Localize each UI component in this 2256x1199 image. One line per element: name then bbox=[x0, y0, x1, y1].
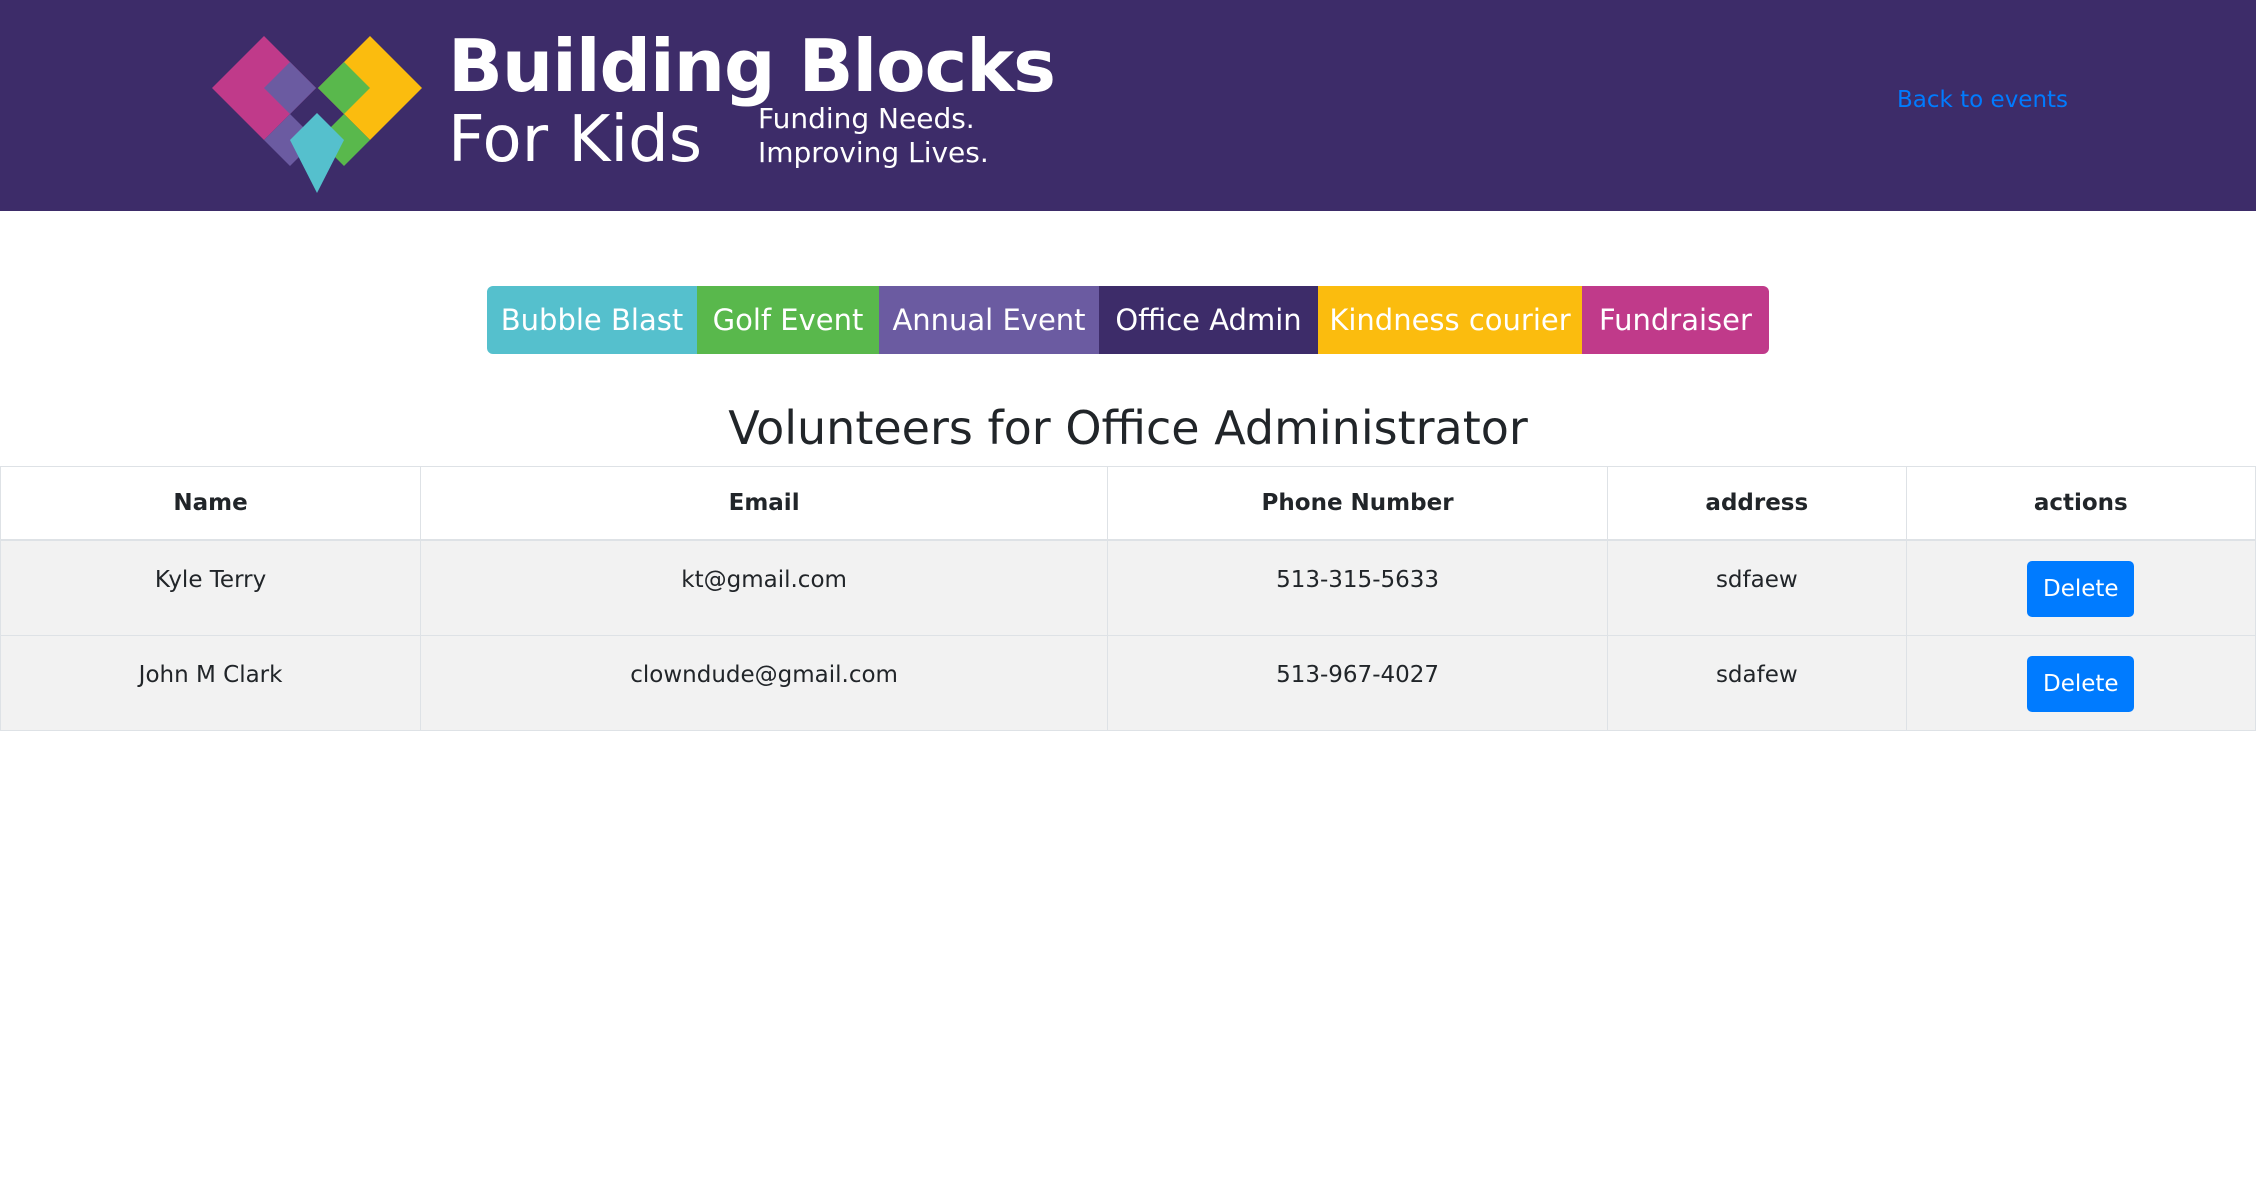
logo-tagline: Funding Needs. Improving Lives. bbox=[758, 102, 989, 170]
column-header-name: Name bbox=[0, 466, 422, 541]
back-to-events-link[interactable]: Back to events bbox=[1897, 87, 2068, 113]
tab-office-admin[interactable]: Office Admin bbox=[1099, 286, 1318, 354]
column-header-actions: actions bbox=[1905, 466, 2256, 541]
volunteer-address: sdfaew bbox=[1715, 567, 1798, 593]
volunteer-email: kt@gmail.com bbox=[681, 567, 847, 593]
logo-title-line1: Building Blocks bbox=[448, 24, 1056, 108]
logo-title-line2: For Kids bbox=[448, 103, 703, 177]
tab-annual-event[interactable]: Annual Event bbox=[879, 286, 1099, 354]
column-header-phone: Phone Number bbox=[1107, 466, 1609, 541]
column-header-email: Email bbox=[420, 466, 1109, 541]
delete-button[interactable]: Delete bbox=[2027, 656, 2135, 712]
cell-email: kt@gmail.com bbox=[420, 539, 1109, 636]
volunteer-name: John M Clark bbox=[138, 662, 283, 688]
tab-bubble-blast[interactable]: Bubble Blast bbox=[487, 286, 697, 354]
cell-email: clowndude@gmail.com bbox=[420, 635, 1109, 731]
cell-name: John M Clark bbox=[0, 635, 422, 731]
logo-blocks-icon bbox=[212, 36, 422, 193]
volunteer-phone: 513-315-5633 bbox=[1276, 567, 1440, 593]
cell-address: sdfaew bbox=[1607, 539, 1907, 636]
volunteer-phone: 513-967-4027 bbox=[1276, 662, 1440, 688]
volunteer-address: sdafew bbox=[1715, 662, 1798, 688]
volunteer-email: clowndude@gmail.com bbox=[630, 662, 898, 688]
logo-tagline-line2: Improving Lives. bbox=[758, 136, 989, 169]
column-header-address: address bbox=[1607, 466, 1907, 541]
logo-tagline-line1: Funding Needs. bbox=[758, 102, 975, 135]
cell-address: sdafew bbox=[1607, 635, 1907, 731]
cell-actions: Delete bbox=[1905, 539, 2256, 636]
table-row: John M Clark clowndude@gmail.com 513-967… bbox=[0, 635, 2256, 731]
tab-fundraiser[interactable]: Fundraiser bbox=[1582, 286, 1769, 354]
building-blocks-logo[interactable]: Building Blocks For Kids Funding Needs. … bbox=[212, 18, 1056, 193]
tab-kindness-courier[interactable]: Kindness courier bbox=[1318, 286, 1582, 354]
event-tabs: Bubble Blast Golf Event Annual Event Off… bbox=[487, 286, 1769, 354]
cell-name: Kyle Terry bbox=[0, 539, 422, 636]
volunteer-name: Kyle Terry bbox=[154, 567, 267, 593]
cell-phone: 513-315-5633 bbox=[1107, 539, 1609, 636]
cell-phone: 513-967-4027 bbox=[1107, 635, 1609, 731]
cell-actions: Delete bbox=[1905, 635, 2256, 731]
volunteers-table: Name Email Phone Number address actions … bbox=[0, 466, 2256, 731]
site-header: Building Blocks For Kids Funding Needs. … bbox=[0, 0, 2256, 211]
tab-golf-event[interactable]: Golf Event bbox=[697, 286, 879, 354]
table-header-row: Name Email Phone Number address actions bbox=[0, 466, 2256, 541]
page-title: Volunteers for Office Administrator bbox=[728, 401, 1528, 455]
table-row: Kyle Terry kt@gmail.com 513-315-5633 sdf… bbox=[0, 539, 2256, 636]
delete-button[interactable]: Delete bbox=[2027, 561, 2135, 617]
